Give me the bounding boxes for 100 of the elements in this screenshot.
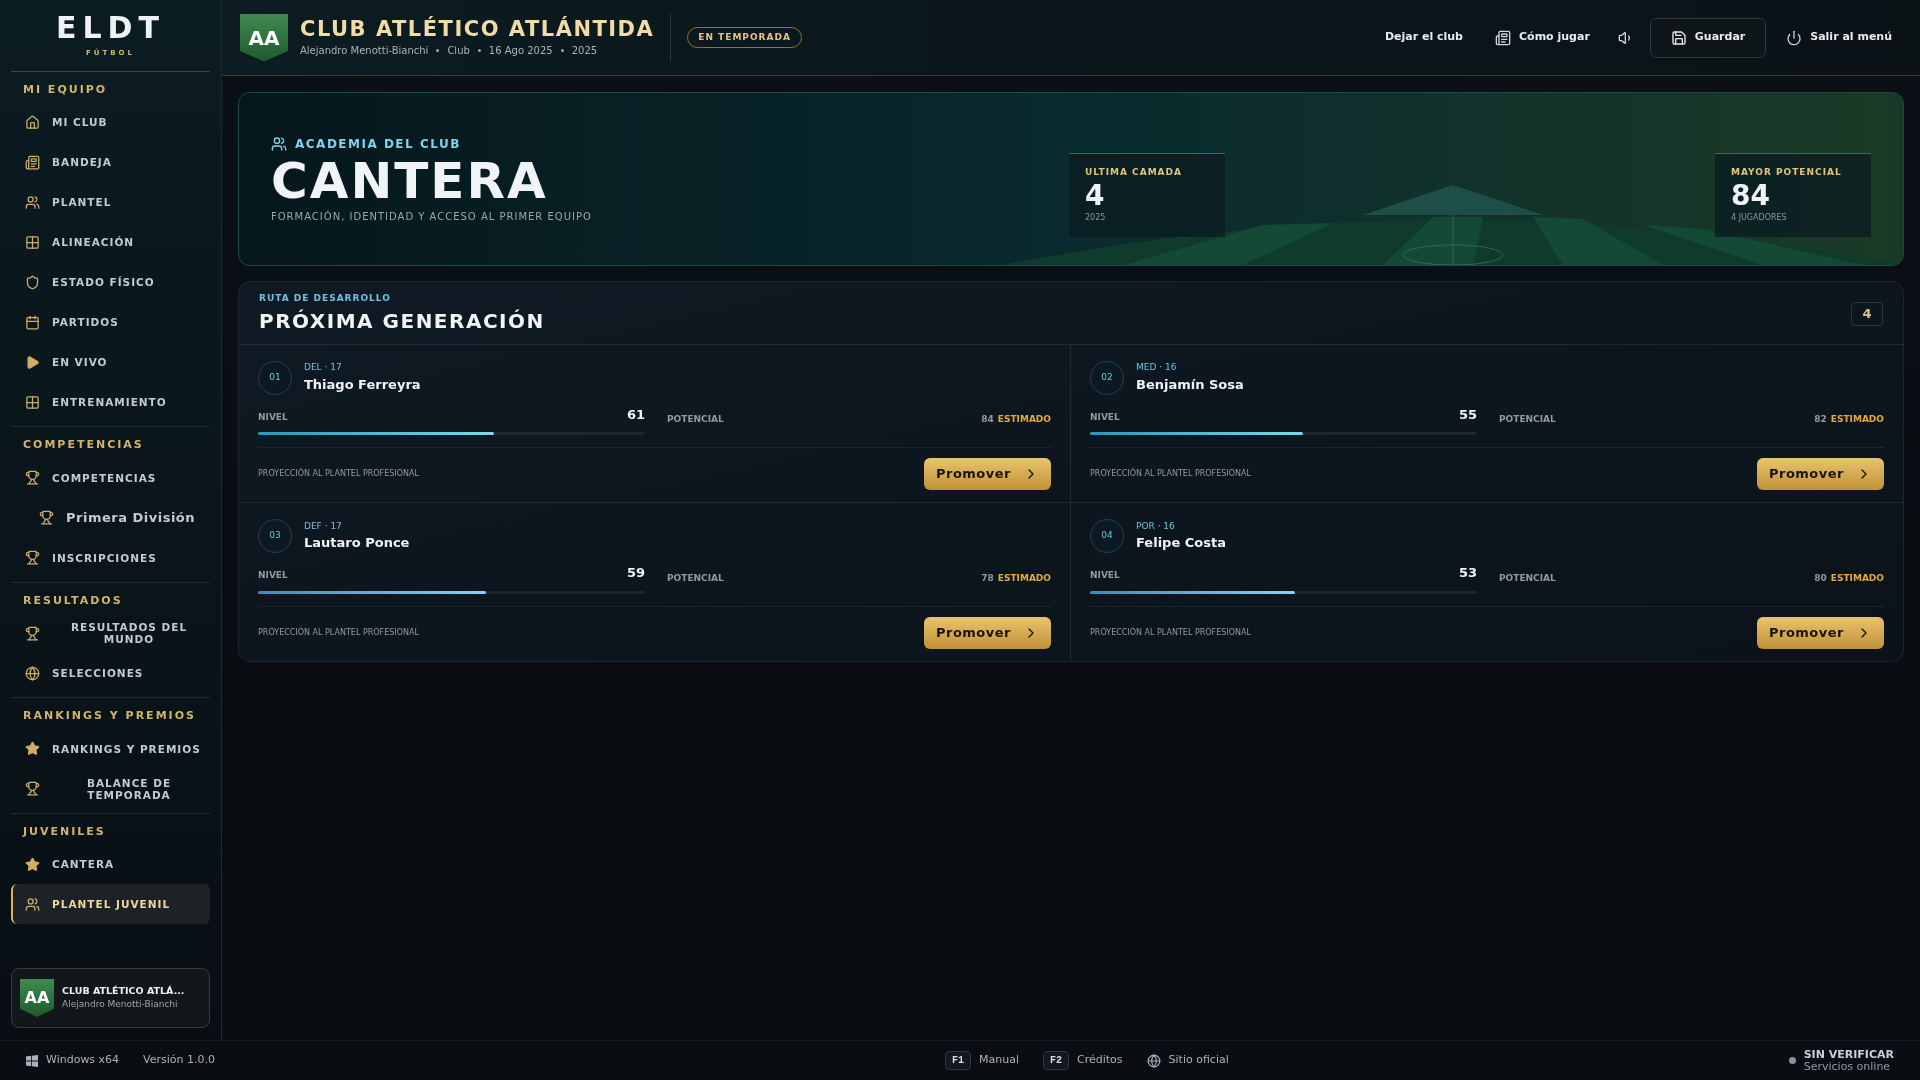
projection-text: PROYECCIÓN AL PLANTEL PROFESIONAL (1090, 626, 1251, 639)
promote-button[interactable]: Promover (1756, 458, 1884, 490)
power-icon (1786, 29, 1803, 46)
player-name: Lautaro Ponce (304, 534, 410, 552)
level-value: 55 (1458, 405, 1477, 424)
player-number: 01 (258, 360, 292, 395)
sidebar-item[interactable]: PLANTEL JUVENIL (11, 884, 210, 924)
potential-label: POTENCIAL (667, 571, 724, 585)
panel-eyebrow: RUTA DE DESARROLLO (259, 292, 392, 305)
section-heading: COMPETENCIAS (22, 437, 145, 453)
sidebar-item[interactable]: CANTERA (11, 844, 210, 884)
section-heading: MI EQUIPO (22, 81, 109, 98)
promote-button[interactable]: Promover (923, 616, 1051, 649)
club-title: CLUB ATLÉTICO ATLÁNTIDA (300, 17, 655, 41)
stat-value: 4 (1085, 179, 1106, 212)
manager-name: Alejandro Menotti-Bianchi (62, 998, 179, 1012)
version-text: Versión 1.0.0 (143, 1052, 216, 1069)
windows-icon (26, 1054, 38, 1067)
footer-link[interactable]: F2 Créditos (1043, 1051, 1123, 1070)
potential-value: 80 (1814, 571, 1827, 585)
save-button[interactable]: Guardar (1649, 17, 1767, 58)
sidebar-item[interactable]: SELECCIONES (11, 653, 210, 693)
grid-icon (25, 394, 40, 410)
potential-label: POTENCIAL (1499, 571, 1556, 585)
meta-text: 2025 (571, 44, 598, 58)
player-name: Felipe Costa (1136, 534, 1226, 552)
sidebar-item[interactable]: ALINEACIÓN (11, 222, 210, 262)
sidebar-item[interactable]: RANKINGS Y PREMIOS (11, 728, 210, 769)
player-name: Benjamín Sosa (1136, 375, 1244, 394)
star-icon (25, 856, 40, 872)
key-cap: F1 (945, 1051, 971, 1070)
level-label: NIVEL (1090, 569, 1120, 582)
sidebar-item[interactable]: RESULTADOS DEL MUNDO (11, 613, 210, 653)
stat-note: 4 JUGADORES (1731, 211, 1788, 224)
meta-text: Club (447, 44, 470, 58)
sidebar-item[interactable]: PARTIDOS (11, 302, 210, 342)
globe-icon (25, 665, 40, 681)
sidebar-item[interactable]: PLANTEL (11, 182, 210, 222)
level-value: 61 (626, 405, 645, 424)
potential-value: 78 (981, 571, 994, 585)
users-icon (25, 896, 40, 912)
sidebar-item[interactable]: ESTADO FÍSICO (11, 262, 210, 302)
level-value: 53 (1458, 564, 1477, 582)
sidebar-item[interactable]: BANDEJA (11, 142, 210, 182)
level-value: 59 (626, 564, 645, 582)
section-heading: RANKINGS Y PREMIOS (22, 708, 197, 724)
calendar-icon (25, 314, 40, 330)
potential-label: POTENCIAL (1499, 413, 1556, 426)
promote-button[interactable]: Promover (1756, 616, 1884, 649)
estimate-tag: ESTIMADO (997, 413, 1051, 427)
sidebar-item[interactable]: INSCRIPCIONES (11, 537, 210, 578)
sidebar-item[interactable]: ENTRENAMIENTO (11, 382, 210, 422)
shield-icon (25, 274, 40, 290)
hero-title: CANTERA (271, 152, 549, 209)
player-position: POR · 16 (1136, 519, 1176, 533)
header-link[interactable]: Salir al menú (1774, 21, 1904, 54)
player-name: Thiago Ferreyra (304, 375, 421, 394)
estimate-tag: ESTIMADO (1830, 413, 1884, 427)
club-badge: AA (240, 13, 288, 62)
header-link[interactable]: Cómo jugar (1483, 21, 1602, 54)
player-position: DEL · 17 (304, 361, 343, 374)
sidebar-item[interactable]: Primera División (11, 497, 210, 538)
hero-subtitle: FORMACIÓN, IDENTIDAD Y ACCESO AL PRIMER EQUIPO (271, 209, 592, 224)
potential-value: 82 (1814, 413, 1827, 426)
player-number: 02 (1090, 360, 1124, 395)
logo-text: ELDT (56, 12, 165, 44)
promote-button[interactable]: Promover (923, 458, 1051, 490)
potential-label: POTENCIAL (667, 413, 724, 426)
header-link[interactable]: Dejar el club (1372, 21, 1475, 54)
level-label: NIVEL (258, 569, 288, 582)
club-badge: AA (20, 979, 54, 1017)
count-badge: 4 (1851, 301, 1883, 326)
play-icon (25, 354, 40, 370)
sidebar-item[interactable]: MI CLUB (11, 102, 210, 142)
stat-note: 2025 (1085, 211, 1107, 224)
player-number: 04 (1090, 519, 1124, 553)
trophy-icon (25, 470, 40, 485)
potential-value: 84 (981, 413, 994, 426)
player-number: 03 (258, 519, 292, 553)
footer-link[interactable]: Sitio oficial (1146, 1052, 1229, 1069)
status-title: SIN VERIFICAR (1803, 1048, 1894, 1061)
sidebar-item[interactable]: BALANCE DE TEMPORADA (11, 768, 210, 809)
estimate-tag: ESTIMADO (1830, 571, 1884, 585)
projection-text: PROYECCIÓN AL PLANTEL PROFESIONAL (258, 626, 419, 639)
trophy-icon (25, 625, 40, 641)
section-heading: RESULTADOS (22, 592, 124, 609)
home-icon (25, 114, 40, 130)
sidebar-item[interactable]: EN VIVO (11, 342, 210, 382)
footer-link[interactable]: F1 Manual (945, 1051, 1019, 1070)
club-card[interactable]: AA CLUB ATLÉTICO ATLÁ... Alejandro Menotti-Bianchi (11, 968, 210, 1028)
trophy-icon (39, 510, 54, 525)
stat-label: MAYOR POTENCIAL (1731, 166, 1843, 179)
status-subtitle: Servicios online (1803, 1060, 1892, 1073)
projection-text: PROYECCIÓN AL PLANTEL PROFESIONAL (258, 468, 419, 480)
sidebar-item[interactable]: COMPETENCIAS (11, 457, 210, 498)
panel-title: PRÓXIMA GENERACIÓN (259, 307, 545, 335)
users-icon (271, 135, 287, 152)
trophy-icon (25, 781, 40, 796)
level-label: NIVEL (1090, 410, 1120, 424)
users-icon (25, 194, 40, 210)
